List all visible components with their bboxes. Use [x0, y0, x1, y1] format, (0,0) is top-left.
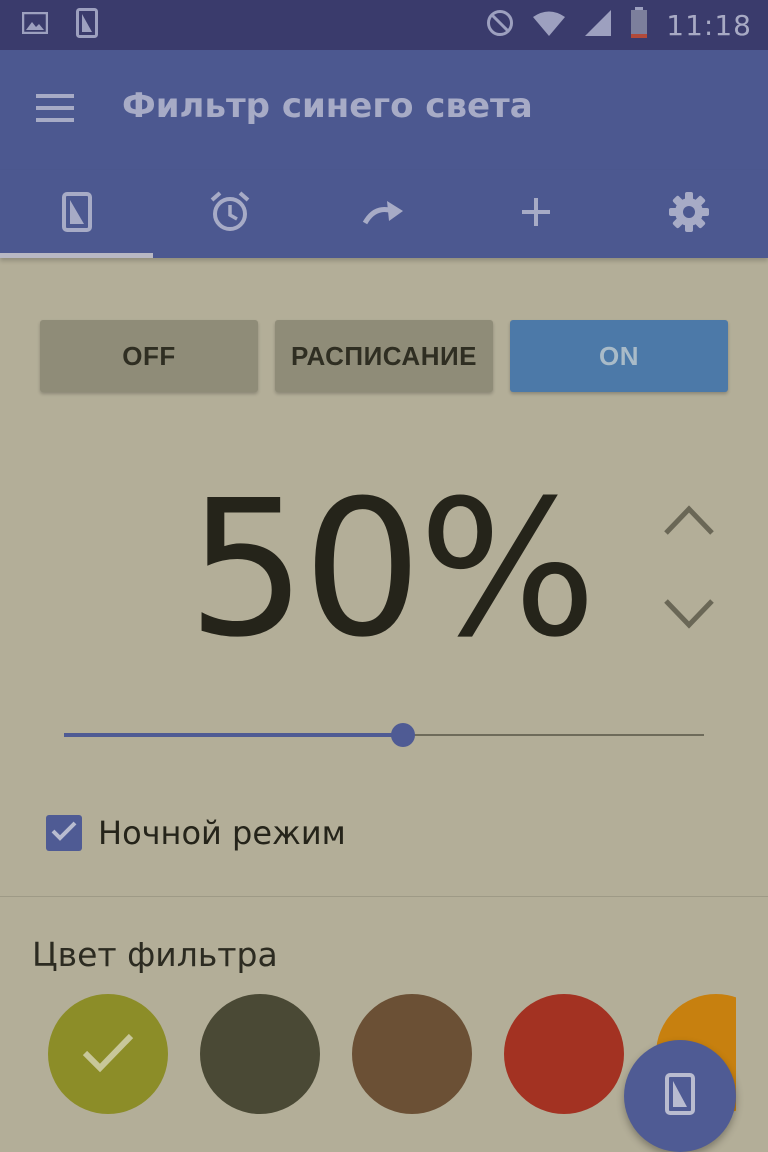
plus-icon	[521, 197, 551, 231]
menu-button[interactable]	[30, 84, 82, 136]
tab-filter[interactable]	[0, 170, 153, 258]
tab-settings[interactable]	[612, 170, 765, 258]
tab-bar	[0, 170, 768, 258]
phone-filter-icon	[665, 1073, 695, 1119]
color-swatch-red[interactable]	[504, 994, 624, 1114]
image-icon	[21, 11, 49, 38]
status-bar: 11:18	[0, 0, 768, 50]
do-not-disturb-icon	[486, 9, 514, 41]
increase-button[interactable]	[660, 502, 718, 542]
alarm-clock-icon	[209, 191, 251, 237]
color-swatch-brown[interactable]	[352, 994, 472, 1114]
battery-icon	[630, 7, 648, 43]
night-mode-checkbox[interactable]	[46, 815, 82, 851]
page-title: Фильтр синего света	[122, 86, 533, 126]
on-button[interactable]: ON	[510, 320, 728, 392]
night-mode-row[interactable]: Ночной режим	[46, 810, 346, 856]
slider-thumb[interactable]	[391, 723, 416, 747]
schedule-button[interactable]: РАСПИСАНИЕ	[275, 320, 493, 392]
checkmark-icon	[51, 820, 77, 846]
menu-icon	[36, 94, 76, 126]
decrease-button[interactable]	[660, 596, 718, 636]
intensity-slider[interactable]	[64, 718, 704, 752]
chevron-down-icon	[663, 598, 715, 634]
wifi-icon	[532, 10, 566, 40]
section-divider	[0, 896, 768, 897]
color-swatch-yellow[interactable]	[48, 994, 168, 1114]
tab-redo[interactable]	[306, 170, 459, 258]
slider-fill	[64, 733, 404, 737]
color-swatch-dark-olive[interactable]	[200, 994, 320, 1114]
tab-add[interactable]	[459, 170, 612, 258]
tab-schedule[interactable]	[153, 170, 306, 258]
gear-icon	[668, 191, 710, 237]
redo-arrow-icon	[361, 199, 405, 229]
night-mode-label: Ночной режим	[98, 814, 346, 852]
tab-selected-indicator	[0, 253, 153, 258]
phone-filter-icon	[61, 192, 92, 236]
filter-toggle-fab[interactable]	[624, 1040, 736, 1152]
off-button[interactable]: OFF	[40, 320, 258, 392]
app-bar: Фильтр синего света	[0, 50, 768, 170]
phone-filter-icon	[76, 8, 98, 42]
intensity-value: 50%	[187, 460, 597, 679]
signal-icon	[584, 9, 612, 41]
filter-color-title: Цвет фильтра	[32, 935, 278, 974]
clock-time: 11:18	[666, 8, 752, 42]
chevron-up-icon	[663, 504, 715, 540]
checkmark-icon	[81, 1031, 135, 1077]
